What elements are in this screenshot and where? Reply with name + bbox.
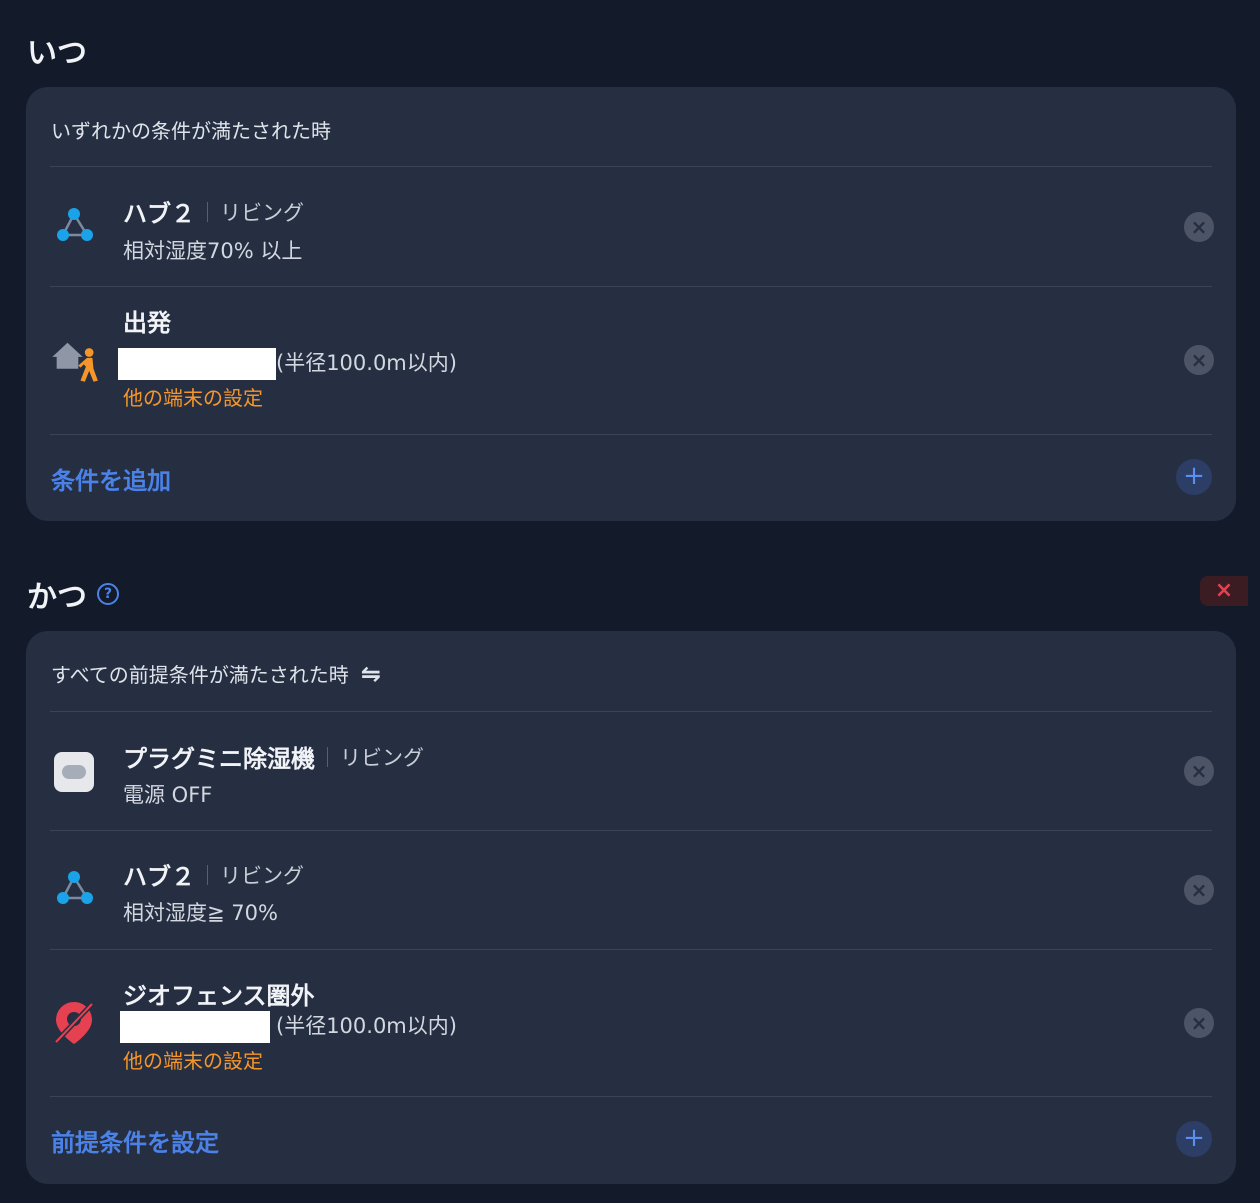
condition-row-departure[interactable]: 出発 (半径100.0m以内) 他の端末の設定 × [26,287,1236,434]
section-title-when: いつ [27,28,87,72]
swap-icon[interactable]: ⇋ [361,660,381,688]
when-card-header: いずれかの条件が満たされた時 [51,115,331,144]
title-separator [207,864,208,885]
condition-detail: 電源 OFF [123,783,213,807]
add-precondition-row[interactable]: 前提条件を設定 + [26,1109,1236,1169]
and-card: すべての前提条件が満たされた時 ⇋ プラグミニ除湿機 リビング 電源 OFF × [26,631,1236,1184]
close-icon: × [1190,759,1208,783]
condition-title: ハブ２ [123,863,195,891]
precondition-row-geofence[interactable]: ジオフェンス圏外 (半径100.0m以内) 他の端末の設定 × [26,950,1236,1096]
condition-detail: 相対湿度70% 以上 [123,239,303,263]
condition-title-line: ジオフェンス圏外 [123,976,315,1011]
hub-icon [57,871,93,904]
close-icon: × [1214,578,1234,603]
plus-icon: + [1183,461,1205,491]
remove-condition-button[interactable]: × [1184,345,1214,375]
warning-text: 他の端末の設定 [123,1049,263,1073]
precondition-row-plug[interactable]: プラグミニ除湿機 リビング 電源 OFF × [26,712,1236,830]
condition-title: 出発 [123,309,171,337]
add-condition-row[interactable]: 条件を追加 + [26,447,1236,507]
condition-room: リビング [220,863,304,888]
redacted-location [118,348,276,380]
condition-title: ジオフェンス圏外 [123,982,315,1010]
home-walk-icon [52,342,98,382]
section-title-and: かつ ? [27,572,119,616]
remove-condition-button[interactable]: × [1184,1008,1214,1038]
condition-room: リビング [220,200,304,225]
divider [50,1096,1212,1097]
add-condition-label[interactable]: 条件を追加 [51,461,171,496]
section-title-when-label: いつ [27,36,87,71]
redacted-location [120,1011,270,1043]
remove-condition-button[interactable]: × [1184,875,1214,905]
condition-title-line: 出発 [123,303,171,338]
warning-text: 他の端末の設定 [123,386,263,410]
condition-title-line: ハブ２ リビング [123,194,304,229]
condition-detail: (半径100.0m以内) [276,351,457,375]
and-card-header: すべての前提条件が満たされた時 ⇋ [51,659,381,688]
close-icon: × [1190,878,1208,902]
plug-socket-shape [62,765,86,779]
title-separator [207,201,208,222]
close-icon: × [1190,348,1208,372]
geofence-off-icon [54,1002,94,1044]
divider [50,434,1212,435]
hub-icon [57,208,93,241]
condition-detail: 相対湿度≧ 70% [123,901,278,925]
section-title-and-label: かつ [27,580,87,615]
help-icon[interactable]: ? [97,583,119,605]
condition-room: リビング [340,745,424,770]
remove-condition-button[interactable]: × [1184,212,1214,242]
plug-icon [54,752,94,792]
close-icon: × [1190,215,1208,239]
condition-detail: (半径100.0m以内) [276,1014,457,1038]
condition-title-line: プラグミニ除湿機 リビング [123,739,424,774]
condition-title: ハブ２ [123,200,195,228]
plus-icon: + [1183,1123,1205,1153]
condition-row-hub[interactable]: ハブ２ リビング 相対湿度70% 以上 × [26,167,1236,286]
condition-detail-line: (半径100.0m以内) [120,1010,457,1043]
precondition-row-hub[interactable]: ハブ２ リビング 相対湿度≧ 70% × [26,831,1236,949]
condition-title: プラグミニ除湿機 [123,745,315,773]
when-card-header-text: いずれかの条件が満たされた時 [51,119,331,143]
add-precondition-label[interactable]: 前提条件を設定 [51,1123,219,1158]
remove-section-button[interactable]: × [1200,576,1248,606]
remove-condition-button[interactable]: × [1184,756,1214,786]
when-card: いずれかの条件が満たされた時 ハブ２ リビング 相対湿度70% 以上 × 出発 … [26,87,1236,521]
add-condition-button[interactable]: + [1176,459,1212,495]
condition-title-line: ハブ２ リビング [123,857,304,892]
add-precondition-button[interactable]: + [1176,1121,1212,1157]
condition-detail-line: (半径100.0m以内) [118,347,457,380]
and-card-header-text: すべての前提条件が満たされた時 [51,663,349,687]
title-separator [327,746,328,767]
close-icon: × [1190,1011,1208,1035]
